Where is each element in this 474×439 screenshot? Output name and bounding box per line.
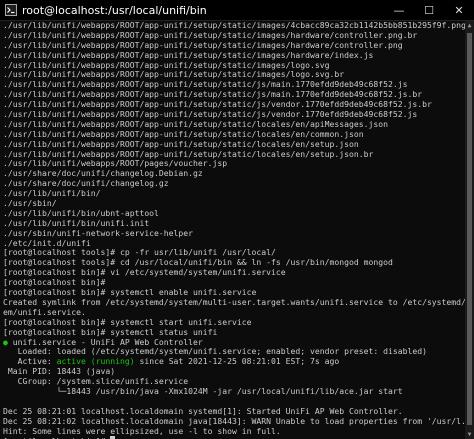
terminal-line: Active: active (running) since Sat 2021-… <box>3 357 465 367</box>
terminal-line: em/unifi.service. <box>3 307 86 317</box>
terminal-line: ./usr/lib/unifi/webapps/ROOT/app-unifi/s… <box>3 80 408 90</box>
terminal-line: └─18443 /usr/bin/java -Xmx1024M -jar /us… <box>3 386 403 396</box>
terminal-line: ./usr/lib/unifi/webapps/ROOT/app-unifi/s… <box>3 50 374 60</box>
scrollbar-thumb[interactable] <box>467 33 472 425</box>
terminal-line: ./usr/lib/unifi/bin/unifi.init <box>3 218 150 228</box>
terminal-line: [root@localhost tools]# cp -fr usr/lib/u… <box>3 248 276 258</box>
maximize-button[interactable]: ☐ <box>414 0 444 20</box>
terminal-line: ./usr/lib/unifi/webapps/ROOT/app-unifi/s… <box>3 139 359 149</box>
terminal-line: CGroup: /system.slice/unifi.service <box>3 377 189 387</box>
close-button[interactable]: ✕ <box>444 0 474 20</box>
terminal-line: ./usr/share/doc/unifi/changelog.gz <box>3 179 169 189</box>
terminal-line: [root@localhost bin]# systemctl start un… <box>3 317 252 327</box>
terminal-line: Dec 25 08:21:02 localhost.localdomain ja… <box>3 416 465 426</box>
terminal-line: ./usr/lib/unifi/webapps/ROOT/pages/vouch… <box>3 159 228 169</box>
terminal-line: ./usr/lib/unifi/webapps/ROOT/app-unifi/s… <box>3 30 418 40</box>
terminal-line: ./usr/lib/unifi/webapps/ROOT/app-unifi/s… <box>3 40 403 50</box>
terminal-line: ./usr/lib/unifi/bin/ <box>3 189 101 199</box>
terminal-app-icon <box>5 4 17 16</box>
terminal-line: ./etc/init.d/unifi <box>3 238 91 248</box>
active-state-text: active (running) <box>56 357 135 367</box>
terminal-line: ./usr/lib/unifi/webapps/ROOT/app-unifi/s… <box>3 60 330 70</box>
terminal-line: ./usr/lib/unifi/webapps/ROOT/app-unifi/s… <box>3 70 345 80</box>
scroll-up-arrow-icon[interactable]: ▲ <box>465 21 474 30</box>
terminal-line: ./usr/share/doc/unifi/changelog.Debian.g… <box>3 169 203 179</box>
terminal-line: Created symlink from /etc/systemd/system… <box>3 297 465 307</box>
terminal-line: ./usr/lib/unifi/webapps/ROOT/app-unifi/s… <box>3 110 418 120</box>
minimize-button[interactable]: — <box>384 0 414 20</box>
title-bar[interactable]: root@localhost:/usr/local/unifi/bin — ☐ … <box>0 0 474 21</box>
terminal-line: ./usr/lib/unifi/webapps/ROOT/app-unifi/s… <box>3 90 423 100</box>
terminal-line: [root@localhost bin]# vi /etc/systemd/sy… <box>3 268 286 278</box>
vertical-scrollbar[interactable]: ▲ ▼ <box>465 21 474 439</box>
terminal-line: Main PID: 18443 (java) <box>3 367 116 377</box>
terminal-line: [root@localhost bin]# systemctl enable u… <box>3 288 257 298</box>
window-title: root@localhost:/usr/local/unifi/bin <box>22 3 207 17</box>
terminal-line: Dec 25 08:21:01 localhost.localdomain sy… <box>3 406 403 416</box>
terminal-line: ● unifi.service - UniFi AP Web Controlle… <box>3 338 465 348</box>
scroll-down-arrow-icon[interactable]: ▼ <box>465 430 474 439</box>
terminal-line: ./usr/lib/unifi/webapps/ROOT/app-unifi/s… <box>3 119 388 129</box>
terminal-line: ./usr/sbin/unifi-network-service-helper <box>3 228 194 238</box>
terminal-line: ./usr/lib/unifi/webapps/ROOT/app-unifi/s… <box>3 129 364 139</box>
terminal-line: [root@localhost bin]# <box>3 278 106 288</box>
terminal-line: Loaded: loaded (/etc/systemd/system/unif… <box>3 347 427 357</box>
terminal-output[interactable]: ./usr/lib/unifi/webapps/ROOT/app-unifi/s… <box>3 21 465 439</box>
terminal-line: ./usr/lib/unifi/webapps/ROOT/app-unifi/s… <box>3 149 374 159</box>
terminal-line: [root@localhost bin]# systemctl status u… <box>3 327 218 337</box>
terminal-line: ./usr/lib/unifi/webapps/ROOT/app-unifi/s… <box>3 21 465 30</box>
terminal-line: ./usr/lib/unifi/bin/ubnt-apttool <box>3 208 159 218</box>
active-label: Active: <box>3 357 57 367</box>
terminal-window: root@localhost:/usr/local/unifi/bin — ☐ … <box>0 0 474 439</box>
service-title-text: unifi.service - UniFi AP Web Controller <box>7 337 203 347</box>
terminal-line: [root@localhost tools]# cd /usr/local/un… <box>3 258 393 268</box>
terminal-line: Hint: Some lines were ellipsized, use -l… <box>3 426 281 436</box>
terminal-line: ./usr/lib/unifi/webapps/ROOT/app-unifi/s… <box>3 100 432 110</box>
active-since-text: since Sat 2021-12-25 08:21:01 EST; 7s ag… <box>134 357 340 367</box>
terminal-line: ./usr/sbin/ <box>3 199 57 209</box>
